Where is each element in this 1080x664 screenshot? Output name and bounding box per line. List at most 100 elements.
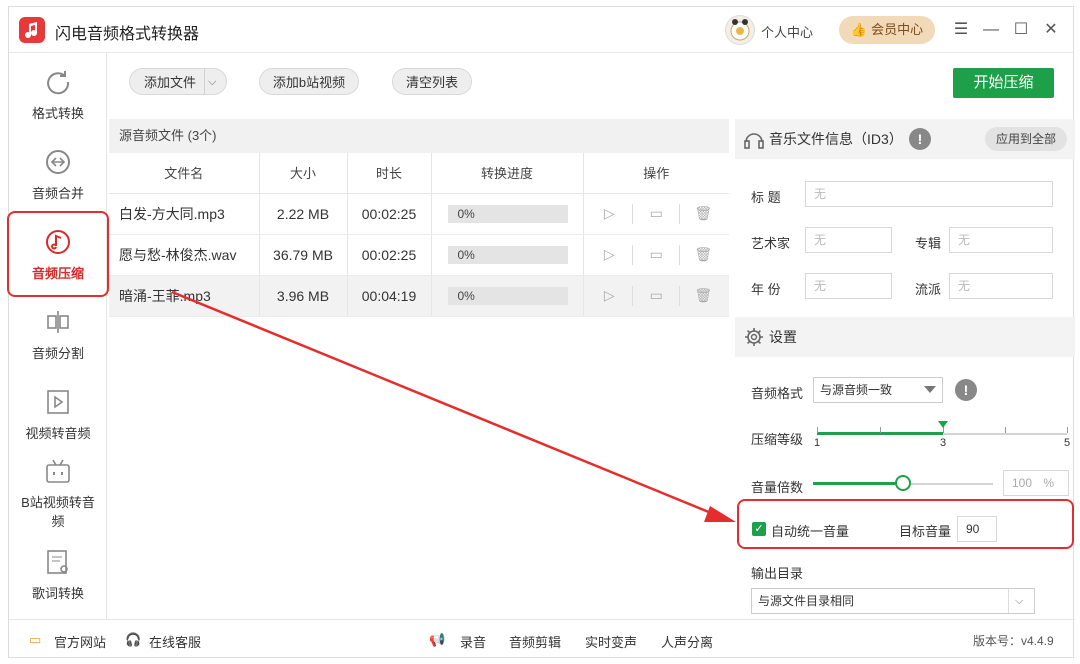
sidebar-item-label: 歌词转换 [31,586,84,601]
output-dir-select[interactable]: 与源文件目录相同 ⌵ [751,588,1035,614]
volume-input[interactable]: 100 % [1003,470,1069,496]
table-row[interactable]: 暗涌-王菲.mp3 3.96 MB 00:04:19 0% ▷ ▭ 🗑 [109,275,729,317]
minimize-icon[interactable]: — [979,18,1003,42]
footer: ▭ 官方网站 🎧 在线客服 📢 录音 音频剪辑 实时变声 人声分离 版本号：v4… [9,619,1075,659]
year-label: 年 份 [751,282,781,297]
website-icon: ▭ [29,632,42,647]
tick [880,427,881,433]
bilibili-icon [46,459,70,483]
progress-bar: 0% [447,245,568,264]
vip-center-button[interactable]: 👍 会员中心 [839,16,935,44]
clear-list-button[interactable]: 清空列表 [392,68,472,95]
app-window: 闪电音频格式转换器 个人中心 👍 会员中心 ☰ — ☐ ✕ 格式转换 音频合并 音… [7,6,1075,659]
support-link[interactable]: 在线客服 [149,632,201,651]
realtime-voice-link[interactable]: 实时变声 [585,632,637,651]
file-size: 36.79 MB [259,234,348,276]
sidebar-item-bilibili[interactable]: B站视频转音频 [9,457,107,531]
column-header: 操作 [583,153,729,194]
compress-value-label: 3 [940,437,947,449]
sidebar-item-audio-split[interactable]: 音频分割 [9,307,107,362]
title-field[interactable]: 无 [805,181,1053,207]
artist-label: 艺术家 [751,236,791,251]
record-link[interactable]: 录音 [460,632,486,651]
personal-center-link[interactable]: 个人中心 [761,22,813,41]
sidebar-item-format-convert[interactable]: 格式转换 [9,67,107,122]
column-header: 大小 [259,153,348,194]
sidebar-item-label: 视频转音频 [25,426,91,441]
close-icon[interactable]: ✕ [1039,18,1063,42]
chevron-down-icon[interactable]: ⌵ [208,69,216,96]
add-bilibili-button[interactable]: 添加b站视频 [259,68,359,95]
version-label: 版本号：v4.4.9 [973,634,1054,648]
maximize-icon[interactable]: ☐ [1009,18,1033,42]
table-row[interactable]: 愿与愁-林俊杰.wav 36.79 MB 00:02:25 0% ▷ ▭ 🗑 [109,234,729,276]
folder-icon[interactable]: ▭ [633,246,679,263]
title-bar: 闪电音频格式转换器 个人中心 👍 会员中心 ☰ — ☐ ✕ [9,7,1073,53]
megaphone-icon: 📢 [429,632,446,647]
menu-icon[interactable]: ☰ [949,18,973,42]
info-icon[interactable]: ! [909,128,931,150]
trash-icon[interactable]: 🗑 [680,205,726,222]
progress-bar: 0% [447,286,568,305]
genre-field[interactable]: 无 [949,273,1053,299]
folder-icon[interactable]: ▭ [633,287,679,304]
lyrics-icon [47,550,68,574]
sidebar-item-video-to-audio[interactable]: 视频转音频 [9,387,107,442]
sidebar: 格式转换 音频合并 音频压缩 音频分割 视频转音频 B站视频转音频 歌词转换 [7,53,109,619]
output-dir-value: 与源文件目录相同 [758,594,855,608]
volume-knob[interactable] [895,475,911,491]
file-size: 3.96 MB [259,275,348,317]
avatar[interactable] [725,15,755,45]
play-icon[interactable]: ▷ [586,287,632,304]
vocal-separate-link[interactable]: 人声分离 [661,632,713,651]
table-row[interactable]: 白发-方大同.mp3 2.22 MB 00:02:25 0% ▷ ▭ 🗑 [109,193,729,235]
audio-format-select[interactable]: 与源音频一致 [813,377,943,403]
apply-all-button[interactable]: 应用到全部 [985,127,1067,151]
sidebar-item-label: 音频分割 [31,346,84,361]
progress-bar: 0% [447,204,568,223]
title-label: 标 题 [751,190,781,205]
sidebar-item-audio-merge[interactable]: 音频合并 [9,147,107,202]
vip-center-label: 会员中心 [871,22,924,37]
volume-label: 音量倍数 [751,480,804,495]
volume-fill [813,482,903,485]
sidebar-item-label: B站视频转音频 [21,495,95,529]
album-field[interactable]: 无 [949,227,1053,253]
trash-icon[interactable]: 🗑 [680,287,726,304]
year-field[interactable]: 无 [805,273,892,299]
auto-volume-highlight-box [737,499,1074,549]
play-icon[interactable]: ▷ [586,246,632,263]
merge-icon [46,150,70,174]
column-header: 时长 [347,153,432,194]
compress-level-handle[interactable] [938,421,948,428]
start-compress-button[interactable]: 开始压缩 [953,68,1054,98]
file-name: 愿与愁-林俊杰.wav [109,234,260,276]
trash-icon[interactable]: 🗑 [680,246,726,263]
audio-format-label: 音频格式 [751,386,804,401]
sidebar-item-label: 音频合并 [31,186,84,201]
column-header: 文件名 [109,153,260,194]
headset-icon: 🎧 [125,632,142,647]
file-name: 白发-方大同.mp3 [109,193,260,235]
volume-value: 100 [1012,476,1033,490]
tick [1005,427,1006,433]
chevron-down-icon: ⌵ [1015,595,1024,607]
folder-icon[interactable]: ▭ [633,205,679,222]
id3-title: 音乐文件信息（ID3） [769,131,903,147]
file-table: 文件名 大小 时长 转换进度 操作 白发-方大同.mp3 2.22 MB 00:… [109,153,729,317]
add-file-button[interactable]: 添加文件 ⌵ [129,68,227,95]
dropdown-arrow-icon [924,386,936,393]
play-icon[interactable]: ▷ [586,205,632,222]
website-link[interactable]: 官方网站 [54,632,106,651]
settings-header: 设置 [735,317,1075,357]
thumb-up-icon: 👍 [850,22,868,37]
sidebar-item-lyrics[interactable]: 歌词转换 [9,547,107,602]
file-duration: 00:02:25 [347,193,432,235]
info-icon[interactable]: ! [955,379,977,401]
audio-edit-link[interactable]: 音频剪辑 [509,632,561,651]
column-header: 转换进度 [431,153,584,194]
refresh-icon [47,71,70,95]
app-logo-icon [19,17,45,43]
tick [817,427,818,433]
artist-field[interactable]: 无 [805,227,892,253]
